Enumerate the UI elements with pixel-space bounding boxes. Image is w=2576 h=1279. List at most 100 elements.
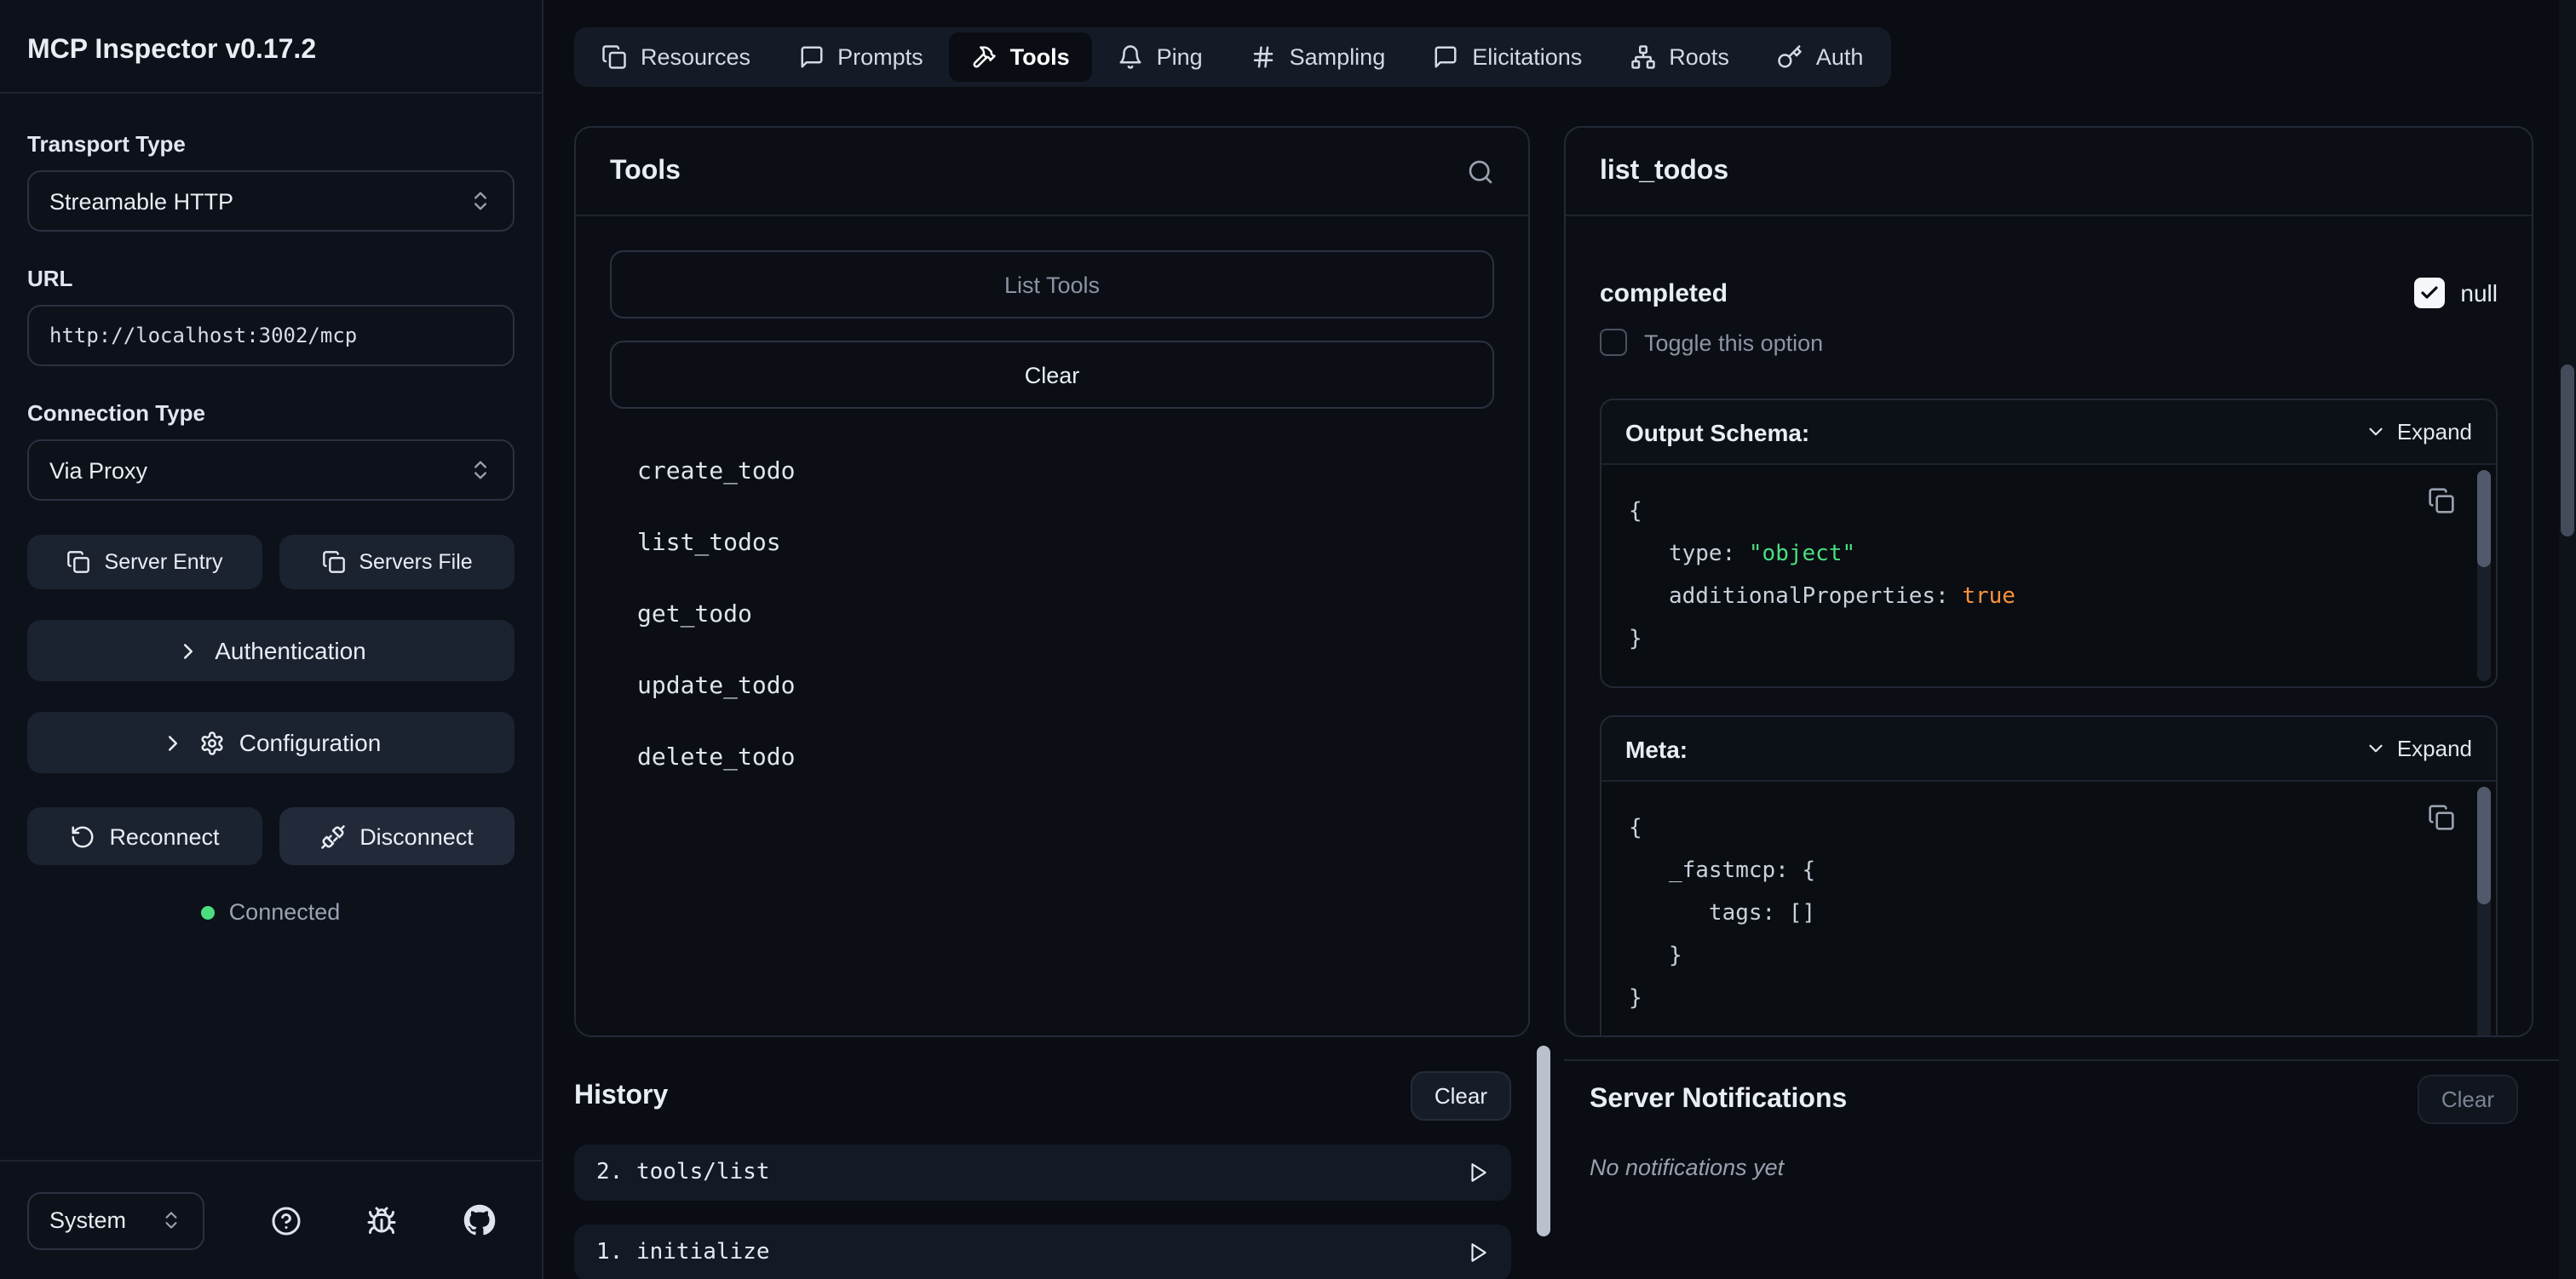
server-entry-button[interactable]: Server Entry (27, 535, 262, 589)
nav-tabs: ResourcesPromptsToolsPingSamplingElicita… (574, 27, 1890, 87)
transport-type-value: Streamable HTTP (49, 188, 233, 214)
param-name: completed (1600, 278, 1728, 307)
transport-type-select[interactable]: Streamable HTTP (27, 170, 515, 232)
tool-item[interactable]: create_todo (610, 436, 1494, 508)
clear-history-button[interactable]: Clear (1411, 1071, 1511, 1121)
chevron-right-icon (161, 730, 187, 755)
chevrons-up-down-icon (469, 189, 492, 213)
tab-sampling[interactable]: Sampling (1228, 32, 1408, 82)
server-entry-label: Server Entry (105, 550, 223, 574)
url-value: http://localhost:3002/mcp (49, 324, 357, 347)
app-title: MCP Inspector v0.17.2 (27, 36, 515, 66)
history-item[interactable]: 1. initialize (574, 1225, 1511, 1279)
notifications-empty-text: No notifications yet (1590, 1155, 2518, 1180)
history-item-label: 1. initialize (596, 1240, 770, 1265)
bell-icon (1118, 44, 1143, 70)
check-icon (2419, 283, 2440, 303)
expand-label: Expand (2397, 736, 2472, 761)
github-button[interactable] (463, 1204, 496, 1236)
authentication-button[interactable]: Authentication (27, 620, 515, 681)
tab-auth[interactable]: Auth (1755, 32, 1886, 82)
connection-type-label: Connection Type (27, 400, 515, 426)
chevron-right-icon (175, 638, 201, 663)
null-label: null (2460, 279, 2498, 307)
configuration-button[interactable]: Configuration (27, 712, 515, 773)
theme-value: System (49, 1207, 126, 1233)
tools-list: create_todolist_todosget_todoupdate_todo… (610, 436, 1494, 794)
play-icon (1467, 1161, 1489, 1184)
tab-elicitations[interactable]: Elicitations (1411, 32, 1604, 82)
tool-item[interactable]: update_todo (610, 651, 1494, 722)
copy-icon (321, 550, 345, 574)
connected-dot (202, 905, 216, 919)
connection-status: Connected (27, 899, 515, 925)
history-list: 2. tools/list 1. initialize (574, 1144, 1511, 1279)
sidebar-header: MCP Inspector v0.17.2 (0, 0, 542, 94)
tab-prompts[interactable]: Prompts (776, 32, 946, 82)
main-scrollbar[interactable] (1537, 1037, 1550, 1279)
reconnect-label: Reconnect (109, 823, 219, 849)
search-button[interactable] (1467, 158, 1494, 185)
search-icon (1467, 158, 1494, 185)
rotate-ccw-icon (70, 823, 95, 849)
tab-roots[interactable]: Roots (1607, 32, 1751, 82)
copy-code-button[interactable] (2428, 487, 2455, 514)
url-input[interactable]: http://localhost:3002/mcp (27, 305, 515, 366)
tool-item[interactable]: get_todo (610, 579, 1494, 651)
reconnect-button[interactable]: Reconnect (27, 807, 262, 865)
configuration-label: Configuration (239, 729, 382, 756)
tool-item[interactable]: delete_todo (610, 722, 1494, 794)
history-item[interactable]: 2. tools/list (574, 1144, 1511, 1201)
code-scrollbar[interactable] (2477, 787, 2491, 1035)
history-title: History (574, 1081, 668, 1111)
disconnect-button[interactable]: Disconnect (279, 807, 515, 865)
toggle-option-checkbox[interactable] (1600, 329, 1627, 356)
meta-box: Meta: Expand { _fastmcp: { tags: [] }} (1600, 715, 2498, 1035)
github-icon (463, 1204, 496, 1236)
play-icon (1467, 1242, 1489, 1264)
chevrons-up-down-icon (469, 458, 492, 482)
copy-icon (2428, 487, 2455, 514)
copy-icon (2428, 804, 2455, 831)
connection-type-select[interactable]: Via Proxy (27, 439, 515, 501)
servers-file-button[interactable]: Servers File (279, 535, 515, 589)
message-icon (1433, 44, 1458, 70)
chevrons-up-down-icon (160, 1209, 182, 1231)
tools-panel-title: Tools (610, 156, 681, 186)
output-schema-code: { type: "object" additionalProperties: t… (1629, 490, 2445, 661)
sidebar-body: Transport Type Streamable HTTP URL http:… (0, 94, 542, 1160)
theme-select[interactable]: System (27, 1191, 204, 1249)
code-scrollbar[interactable] (2477, 470, 2491, 681)
meta-expand-button[interactable]: Expand (2365, 736, 2472, 761)
null-checkbox[interactable] (2414, 278, 2445, 308)
tab-ping[interactable]: Ping (1095, 32, 1225, 82)
sidebar: MCP Inspector v0.17.2 Transport Type Str… (0, 0, 543, 1279)
meta-code: { _fastmcp: { tags: [] }} (1629, 807, 2445, 1020)
tab-resources[interactable]: Resources (579, 32, 773, 82)
main-content: ResourcesPromptsToolsPingSamplingElicita… (543, 0, 2576, 1279)
unplug-icon (320, 823, 346, 849)
hammer-icon (971, 44, 997, 70)
disconnect-label: Disconnect (359, 823, 474, 849)
output-schema-expand-button[interactable]: Expand (2365, 419, 2472, 444)
output-schema-title: Output Schema: (1625, 418, 1809, 445)
tools-panel: Tools List Tools Clear create_todolist_t… (574, 126, 1530, 1037)
expand-label: Expand (2397, 419, 2472, 444)
transport-type-label: Transport Type (27, 131, 515, 157)
clear-notifications-button[interactable]: Clear (2418, 1075, 2518, 1124)
tool-item[interactable]: list_todos (610, 508, 1494, 579)
toggle-option-label: Toggle this option (1644, 330, 1823, 355)
history-item-label: 2. tools/list (596, 1160, 770, 1185)
bug-report-button[interactable] (367, 1205, 398, 1236)
help-button[interactable] (270, 1205, 301, 1236)
list-tools-button[interactable]: List Tools (610, 250, 1494, 318)
copy-code-button[interactable] (2428, 804, 2455, 831)
history-section: History Clear 2. tools/list 1. initialize (574, 1037, 1511, 1279)
tab-tools[interactable]: Tools (949, 32, 1092, 82)
bug-icon (367, 1205, 398, 1236)
meta-title: Meta: (1625, 735, 1688, 762)
sidebar-footer: System (0, 1160, 542, 1279)
page-scrollbar[interactable] (2559, 0, 2576, 1279)
clear-tools-button[interactable]: Clear (610, 341, 1494, 409)
help-circle-icon (270, 1205, 301, 1236)
